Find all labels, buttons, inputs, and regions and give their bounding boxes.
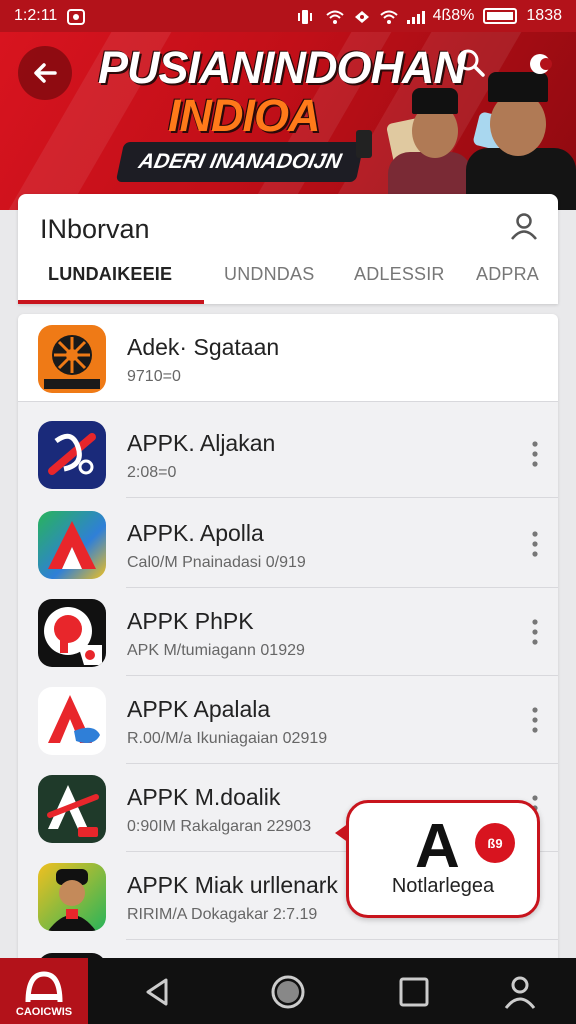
popup-logo-letter: A	[415, 812, 460, 881]
location-icon	[352, 9, 370, 23]
square-recents-icon	[399, 977, 429, 1007]
tab-adpra[interactable]: ADPRA	[476, 264, 539, 285]
app-subtitle: R.00/M/a Ikuniagaian 02919	[127, 730, 328, 747]
wifi-icon	[325, 9, 344, 24]
back-arrow-icon	[34, 63, 57, 83]
vibrate-icon	[297, 9, 316, 24]
app-logo-text: CAOICWIS	[15, 1006, 73, 1018]
character-app-icon	[38, 863, 106, 931]
person-icon	[511, 213, 537, 240]
more-vertical-icon[interactable]	[528, 706, 542, 734]
tab-bar: LUNDAIKEEIE UNDNDAS ADLESSIR ADPRA	[18, 256, 558, 304]
swirl-app-icon	[38, 421, 106, 489]
app-subtitle: 9710=0	[127, 368, 181, 385]
more-icon	[530, 54, 552, 74]
more-vertical-icon[interactable]	[528, 618, 542, 646]
banner-subtitle-text: ADERI INANADOIJN	[136, 150, 344, 173]
banner-phone	[356, 130, 372, 158]
arrow-a-app-icon	[38, 511, 106, 579]
status-bar: 1:2:11 4ß8% 1838	[0, 0, 576, 32]
film-reel-icon	[38, 325, 106, 393]
app-logo-button[interactable]: CAOICWIS	[0, 958, 88, 1024]
section-card: INborvan LUNDAIKEEIE UNDNDAS ADLESSIR AD…	[18, 194, 558, 304]
nav-home-button[interactable]	[268, 972, 308, 1012]
back-button[interactable]	[18, 46, 72, 100]
list-item[interactable]: APPK. Apolla Cal0/M Pnainadasi 0/919	[18, 500, 558, 588]
list-item[interactable]: APPK. Aljakan 2:08=0	[18, 410, 558, 498]
battery-percent: 4ß8%	[432, 7, 475, 24]
app-title: APPK. Apolla	[127, 520, 264, 546]
app-title: APPK Apalala	[127, 696, 271, 722]
more-vertical-icon[interactable]	[528, 440, 542, 468]
account-icon	[504, 976, 536, 1009]
status-clock-right: 1838	[526, 7, 562, 24]
header-banner: PUSIANINDOHAN INDIOA ADERI INANADOIJN	[0, 32, 576, 210]
a-dark-app-icon	[38, 775, 106, 843]
app-subtitle: APK M/tumiagann 01929	[127, 642, 305, 659]
tab-adlessir[interactable]: ADLESSIR	[354, 264, 445, 285]
app-title: APPK PhPK	[127, 608, 254, 634]
battery-icon	[483, 8, 518, 24]
app-title: APPK Miak urllenark	[127, 872, 338, 898]
divider	[126, 497, 558, 498]
list-item[interactable]: APPK Apalala R.00/M/a Ikuniagaian 02919	[18, 676, 558, 764]
app-title: APPK. Aljakan	[127, 430, 276, 456]
wifi-icon-2	[379, 9, 398, 24]
more-vertical-icon[interactable]	[528, 530, 542, 558]
app-subtitle: RIRIM/A Dokagakar 2:7.19	[127, 906, 318, 923]
nav-back-button[interactable]	[138, 972, 178, 1012]
more-options-button[interactable]	[528, 52, 552, 76]
list-item[interactable]: APPK PhPK APK M/tumiagann 01929	[18, 588, 558, 676]
divider	[126, 939, 558, 940]
app-subtitle: 2:08=0	[127, 464, 177, 481]
section-title: INborvan	[40, 214, 150, 244]
list-item[interactable]: Adek· Sgataan 9710=0	[18, 314, 558, 402]
status-time: 1:2:11	[14, 7, 58, 24]
system-nav-bar: CAOICWIS	[0, 958, 576, 1024]
banner-subtitle: ADERI INANADOIJN	[115, 142, 365, 182]
tab-lundaikeeie[interactable]: LUNDAIKEEIE	[48, 264, 172, 285]
profile-button[interactable]	[508, 210, 540, 242]
popup-badge: ß9	[475, 823, 515, 863]
search-button[interactable]	[456, 48, 486, 78]
home-circle-icon	[271, 975, 305, 1009]
a-logo-app-icon	[38, 687, 106, 755]
app-logo-icon	[25, 971, 63, 1003]
search-icon	[457, 49, 485, 77]
app-title: Adek· Sgataan	[127, 334, 280, 360]
nav-account-button[interactable]	[500, 972, 540, 1012]
nav-recents-button[interactable]	[394, 972, 434, 1012]
app-title: APPK M.doalik	[127, 784, 281, 810]
signal-icon	[406, 9, 425, 24]
notification-icon	[67, 9, 86, 25]
triangle-back-icon	[146, 978, 168, 1006]
banner-person-left	[372, 72, 472, 210]
notification-popup[interactable]: A ß9 Notlarlegea	[335, 800, 540, 918]
p-badge-app-icon	[38, 599, 106, 667]
divider	[18, 401, 558, 402]
popup-label: Notlarlegea	[391, 875, 495, 897]
app-subtitle: Cal0/M Pnainadasi 0/919	[127, 554, 306, 571]
tab-undndas[interactable]: UNDNDAS	[224, 264, 314, 285]
active-tab-indicator	[18, 300, 204, 304]
app-subtitle: 0:90IM Rakalgaran 22903	[127, 818, 312, 835]
